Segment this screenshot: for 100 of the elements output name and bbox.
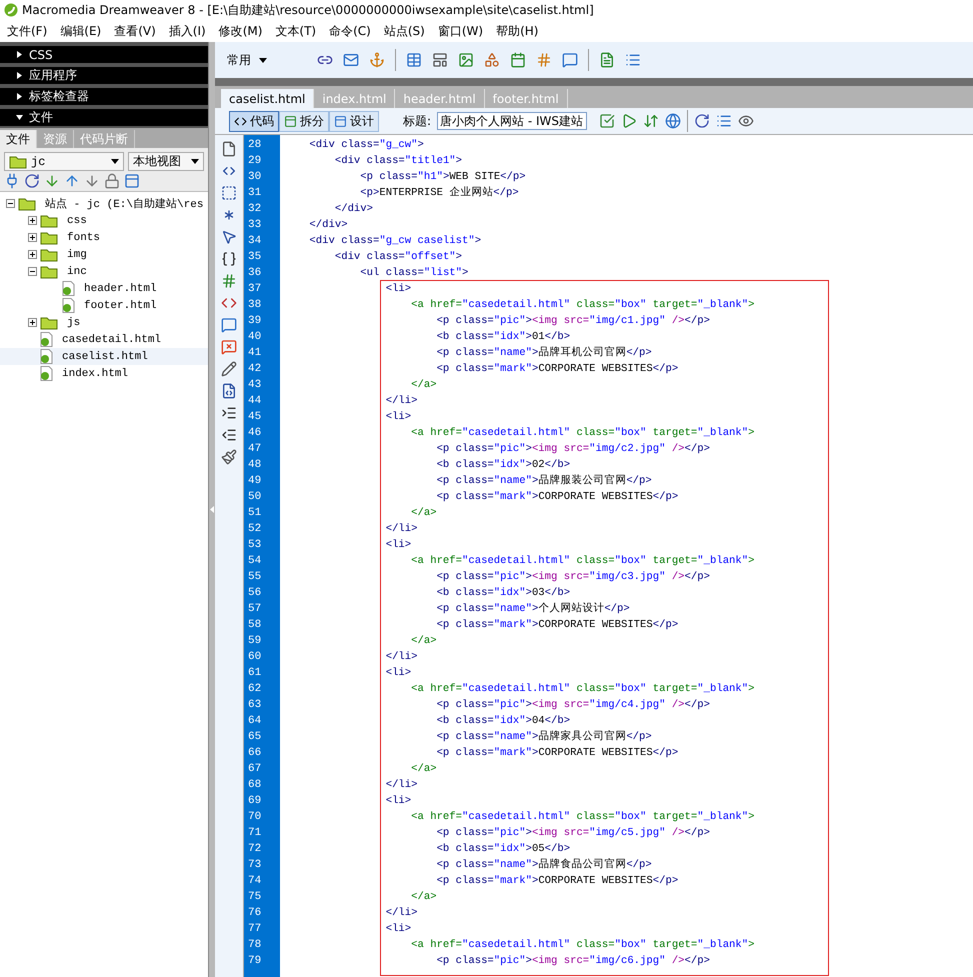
tree-item[interactable]: 站点 - jc (E:\自助建站\res (0, 195, 208, 212)
line-number: 36 (247, 266, 262, 281)
indent-icon[interactable] (221, 405, 237, 421)
line-number: 70 (247, 810, 262, 825)
site-select[interactable]: jc (4, 152, 124, 171)
image-icon[interactable] (458, 52, 474, 68)
line-number: 52 (247, 522, 262, 537)
title-field[interactable]: 唐小肉个人网站 - IWS建站 (437, 112, 588, 130)
code-line: <ul class="list"> (359, 266, 470, 281)
menu-item[interactable]: 文本(T) (270, 22, 324, 40)
anchor-icon[interactable] (369, 52, 385, 68)
hash-icon[interactable] (536, 52, 552, 68)
line-number: 58 (247, 618, 262, 633)
panel-header[interactable]: 应用程序 (0, 66, 208, 84)
code-file-icon[interactable] (221, 383, 237, 399)
remove-comment-icon[interactable] (221, 339, 237, 355)
tree-item[interactable]: header.html (0, 280, 208, 297)
line-number: 61 (247, 666, 262, 681)
view-button[interactable]: 设计 (329, 110, 379, 132)
menu-item[interactable]: 站点(S) (378, 22, 433, 40)
panel-header[interactable]: 文件 (0, 108, 208, 126)
eye-icon[interactable] (738, 113, 754, 129)
tree-item[interactable]: casedetail.html (0, 331, 208, 348)
tree-label: img (67, 248, 87, 260)
tree-item[interactable]: index.html (0, 365, 208, 382)
line-number: 39 (247, 314, 262, 329)
menu-item[interactable]: 插入(I) (164, 22, 214, 40)
tree-item[interactable]: footer.html (0, 297, 208, 314)
refresh-icon[interactable] (24, 173, 40, 189)
menu-item[interactable]: 编辑(E) (55, 22, 110, 40)
tree-item[interactable]: caselist.html (0, 348, 208, 365)
folder-icon (40, 264, 58, 278)
code-line: <p class="mark">CORPORATE WEBSITES</p> (436, 746, 680, 761)
hash-icon[interactable] (221, 273, 237, 289)
html-file-icon (62, 281, 75, 296)
expand-icon[interactable] (28, 216, 37, 225)
tree-item[interactable]: js (0, 314, 208, 331)
layout-icon[interactable] (432, 52, 448, 68)
collapse-icon[interactable] (28, 267, 37, 276)
preview-icon[interactable] (621, 113, 638, 129)
transfer-icon[interactable] (643, 113, 660, 129)
braces-icon[interactable] (221, 251, 237, 267)
code-line: <li> (384, 538, 412, 553)
validate-icon[interactable] (599, 113, 616, 129)
refresh-icon[interactable] (694, 113, 710, 129)
code-line: <p class="h1">WEB SITE</p> (359, 170, 527, 185)
design-icon (334, 114, 347, 128)
line-number: 33 (247, 218, 262, 233)
expand-panel-icon[interactable] (124, 173, 140, 189)
panel-header[interactable]: 标签检查器 (0, 87, 208, 105)
view-button[interactable]: 代码 (229, 110, 279, 132)
panel-tab[interactable]: 文件 (0, 130, 37, 148)
list-icon[interactable] (716, 113, 732, 129)
tree-item[interactable]: fonts (0, 229, 208, 246)
line-number: 67 (247, 762, 262, 777)
menu-item[interactable]: 修改(M) (214, 22, 270, 40)
menu-item[interactable]: 命令(C) (324, 22, 379, 40)
menu-item[interactable]: 窗口(W) (432, 22, 492, 40)
lock-icon[interactable] (104, 173, 120, 189)
format-icon[interactable] (221, 449, 237, 465)
pointer-icon[interactable] (221, 229, 237, 245)
line-number: 69 (247, 794, 262, 809)
download-icon[interactable] (44, 173, 60, 189)
comment-icon[interactable] (562, 52, 578, 68)
menu-item[interactable]: 查看(V) (109, 22, 164, 40)
outdent-icon[interactable] (221, 427, 237, 443)
selection-icon[interactable] (221, 185, 237, 201)
email-icon[interactable] (343, 52, 359, 68)
code-line: <p class="pic"><img src="img/c4.jpg" /></p> (436, 698, 711, 713)
expand-icon[interactable] (28, 233, 37, 242)
line-number: 42 (247, 362, 262, 377)
line-number: 68 (247, 778, 262, 793)
collapse-icon[interactable] (6, 199, 15, 208)
line-number: 65 (247, 730, 262, 745)
view-select[interactable]: 本地视图 (128, 152, 204, 171)
tree-item[interactable]: css (0, 212, 208, 229)
app-logo-icon (4, 3, 18, 17)
menu-item[interactable]: 文件(F) (2, 22, 56, 40)
globe-icon[interactable] (665, 113, 682, 129)
menu-item[interactable]: 帮助(H) (491, 22, 546, 40)
panel-header[interactable]: CSS (0, 45, 208, 63)
document-tab[interactable]: caselist.html (221, 89, 314, 108)
view-button[interactable]: 拆分 (279, 110, 329, 132)
code-line: <li> (384, 410, 412, 425)
table-icon[interactable] (406, 52, 422, 68)
tree-item[interactable]: img (0, 246, 208, 263)
upload-icon[interactable] (64, 173, 80, 189)
file-icon[interactable] (221, 141, 237, 157)
tree-label: casedetail.html (62, 334, 162, 346)
expand-icon[interactable] (28, 318, 37, 327)
category-menu[interactable]: 常用 (227, 52, 267, 68)
line-number: 51 (247, 506, 262, 521)
comment-icon[interactable] (221, 317, 237, 333)
calendar-icon[interactable] (510, 52, 526, 68)
expand-icon[interactable] (28, 250, 37, 259)
window-title: Macromedia Dreamweaver 8 - [E:\自助建站\resource\0000000000iwsexample\site\caselist.html] (22, 2, 594, 18)
shapes-icon[interactable] (484, 52, 500, 68)
tree-item[interactable]: inc (0, 263, 208, 280)
pencil-icon[interactable] (221, 361, 237, 377)
list-icon[interactable] (625, 52, 641, 68)
